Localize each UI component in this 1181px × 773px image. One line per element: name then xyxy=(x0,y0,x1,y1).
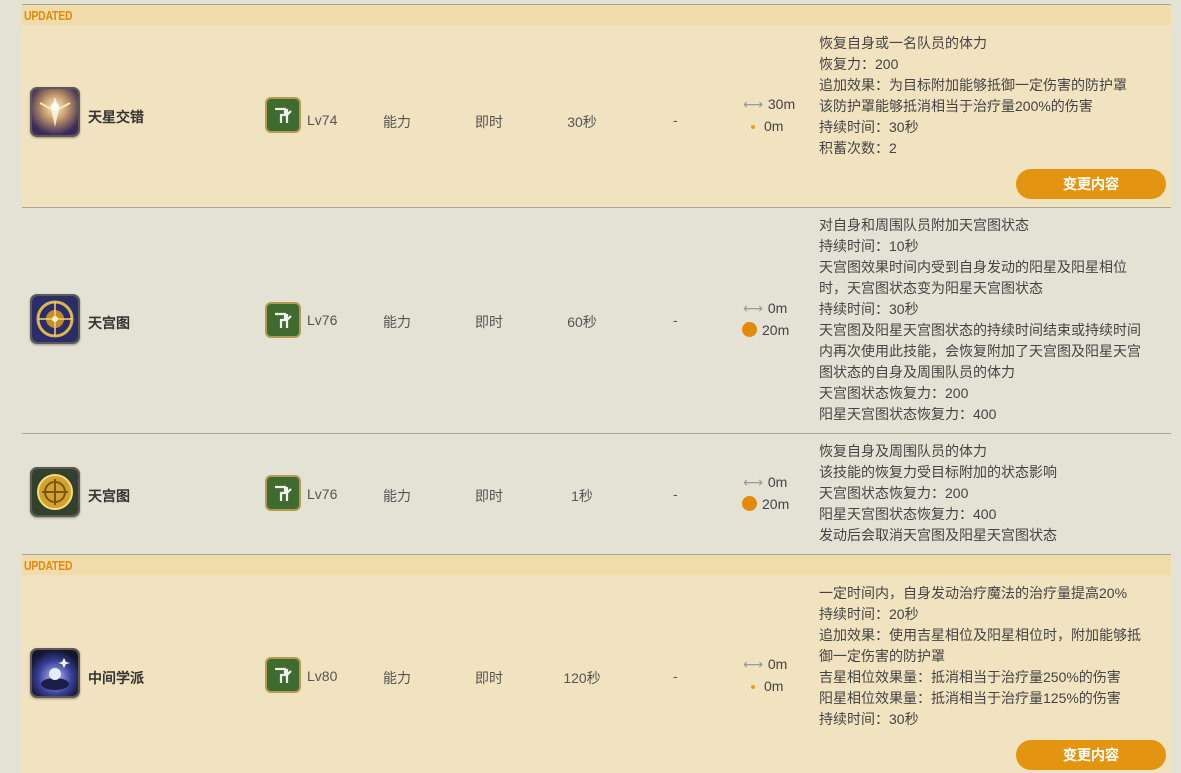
updated-label: UPDATED xyxy=(24,558,73,573)
skill-name: 中间学派 xyxy=(88,670,144,686)
updated-label: UPDATED xyxy=(24,8,73,23)
skill-type: 能力 xyxy=(383,670,411,686)
updated-bar: UPDATED xyxy=(22,5,1171,25)
radius-dot-icon xyxy=(742,496,757,511)
skill-cost: - xyxy=(673,112,678,128)
updated-bar: UPDATED xyxy=(22,555,1171,575)
ability-type-icon xyxy=(265,97,301,133)
ability-type-icon xyxy=(265,475,301,511)
skill-cost: - xyxy=(673,486,678,502)
skill-range: ⟷ 0m xyxy=(742,474,788,490)
horoscope-skill-icon[interactable] xyxy=(30,294,80,344)
skill-name: 天宫图 xyxy=(88,488,130,504)
skill-cast: 即时 xyxy=(475,114,503,130)
astral-crossing-skill-icon[interactable] xyxy=(30,87,80,137)
range-arrow-icon: ⟷ xyxy=(742,300,764,316)
skill-radius: 20m xyxy=(742,322,789,338)
horoscope-heal-skill-icon[interactable] xyxy=(30,467,80,517)
range-arrow-icon: ⟷ xyxy=(742,656,764,672)
skill-row-neutral-sect: UPDATED 中间学派 Lv80 能力 即时 120秒 - ⟷ 0m 0m 一… xyxy=(22,555,1171,773)
skill-range: ⟷ 0m xyxy=(742,656,788,672)
skill-name: 天宫图 xyxy=(88,315,130,331)
skill-level: Lv80 xyxy=(307,668,338,684)
ability-type-icon xyxy=(265,657,301,693)
skill-radius: 0m xyxy=(742,678,783,694)
skill-row-horoscope-heal: 天宫图 Lv76 能力 即时 1秒 - ⟷ 0m 20m 恢复自身及周围队员的体… xyxy=(22,434,1171,554)
skill-type: 能力 xyxy=(383,114,411,130)
skill-type: 能力 xyxy=(383,488,411,504)
skill-row-astral-crossing: UPDATED 天星交错 Lv74 能力 即时 30秒 - ⟷ 30m 0m 恢… xyxy=(22,5,1171,207)
skill-range: ⟷ 30m xyxy=(742,96,796,112)
radius-dot-icon xyxy=(751,685,755,690)
skill-cost: - xyxy=(673,668,678,684)
skill-description: 对自身和周围队员附加天宫图状态 持续时间：10秒 天宫图效果时间内受到自身发动的… xyxy=(819,217,1141,422)
skill-recast: 1秒 xyxy=(571,488,593,504)
change-details-button[interactable]: 变更内容 xyxy=(1016,740,1166,770)
skill-recast: 120秒 xyxy=(563,670,601,686)
radius-dot-icon xyxy=(751,125,755,130)
skill-cost: - xyxy=(673,312,678,328)
range-arrow-icon: ⟷ xyxy=(742,474,764,490)
change-details-button[interactable]: 变更内容 xyxy=(1016,169,1166,199)
skill-type: 能力 xyxy=(383,314,411,330)
skill-cast: 即时 xyxy=(475,670,503,686)
skill-level: Lv74 xyxy=(307,112,338,128)
skill-level: Lv76 xyxy=(307,486,338,502)
skill-recast: 60秒 xyxy=(567,314,597,330)
skill-recast: 30秒 xyxy=(567,114,597,130)
skill-description: 一定时间内，自身发动治疗魔法的治疗量提高20% 持续时间：20秒 追加效果：使用… xyxy=(819,585,1141,727)
skill-radius: 0m xyxy=(742,118,783,134)
range-arrow-icon: ⟷ xyxy=(742,96,764,112)
skill-cast: 即时 xyxy=(475,314,503,330)
skill-name: 天星交错 xyxy=(88,109,144,125)
radius-dot-icon xyxy=(742,322,757,337)
skill-description: 恢复自身或一名队员的体力 恢复力：200 追加效果：为目标附加能够抵御一定伤害的… xyxy=(819,35,1127,156)
neutral-sect-skill-icon[interactable] xyxy=(30,648,80,698)
skill-cast: 即时 xyxy=(475,488,503,504)
skill-row-horoscope: 天宫图 Lv76 能力 即时 60秒 - ⟷ 0m 20m 对自身和周围队员附加… xyxy=(22,208,1171,433)
skill-radius: 20m xyxy=(742,496,789,512)
skill-range: ⟷ 0m xyxy=(742,300,788,316)
ability-type-icon xyxy=(265,302,301,338)
skill-description: 恢复自身及周围队员的体力 该技能的恢复力受目标附加的状态影响 天宫图状态恢复力：… xyxy=(819,443,1057,543)
skill-level: Lv76 xyxy=(307,312,338,328)
